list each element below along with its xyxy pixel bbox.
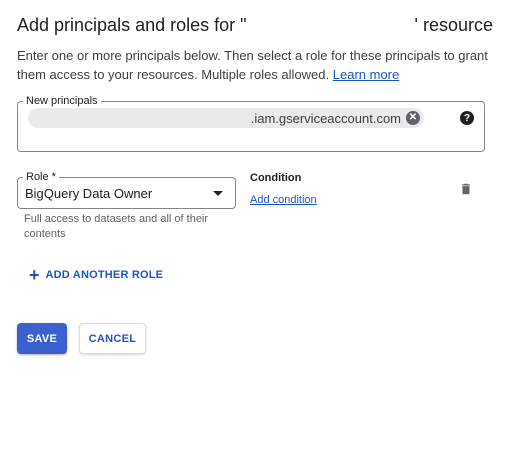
plus-icon: + xyxy=(29,265,40,285)
learn-more-link[interactable]: Learn more xyxy=(333,67,399,82)
principal-chip-text: .iam.gserviceaccount.com xyxy=(250,110,401,126)
condition-heading: Condition xyxy=(250,172,302,184)
title-start: Add principals and roles for " xyxy=(17,15,247,35)
principal-chip[interactable]: .iam.gserviceaccount.com ✕ xyxy=(28,108,424,128)
save-button[interactable]: SAVE xyxy=(17,323,67,354)
dialog-title: Add principals and roles for " ' resource xyxy=(17,15,493,36)
cancel-button[interactable]: CANCEL xyxy=(79,323,146,354)
role-selected-value: BigQuery Data Owner xyxy=(25,186,153,201)
delete-icon[interactable] xyxy=(459,182,473,196)
help-icon[interactable]: ? xyxy=(460,111,474,125)
role-select[interactable]: Role * BigQuery Data Owner xyxy=(17,170,236,209)
description-text: Enter one or more principals below. Then… xyxy=(17,48,488,82)
add-another-role-label: ADD ANOTHER ROLE xyxy=(45,269,164,281)
title-end: ' resource xyxy=(414,15,493,35)
chip-remove-icon[interactable]: ✕ xyxy=(406,111,420,125)
new-principals-field[interactable]: New principals .iam.gserviceaccount.com … xyxy=(17,94,485,152)
add-another-role-button[interactable]: + ADD ANOTHER ROLE xyxy=(29,265,164,285)
description: Enter one or more principals below. Then… xyxy=(17,46,497,84)
add-condition-link[interactable]: Add condition xyxy=(250,194,317,206)
role-description: Full access to datasets and all of their… xyxy=(24,213,209,240)
dropdown-arrow-icon xyxy=(213,191,223,196)
role-label: Role * xyxy=(23,170,59,184)
new-principals-label: New principals xyxy=(23,94,101,108)
